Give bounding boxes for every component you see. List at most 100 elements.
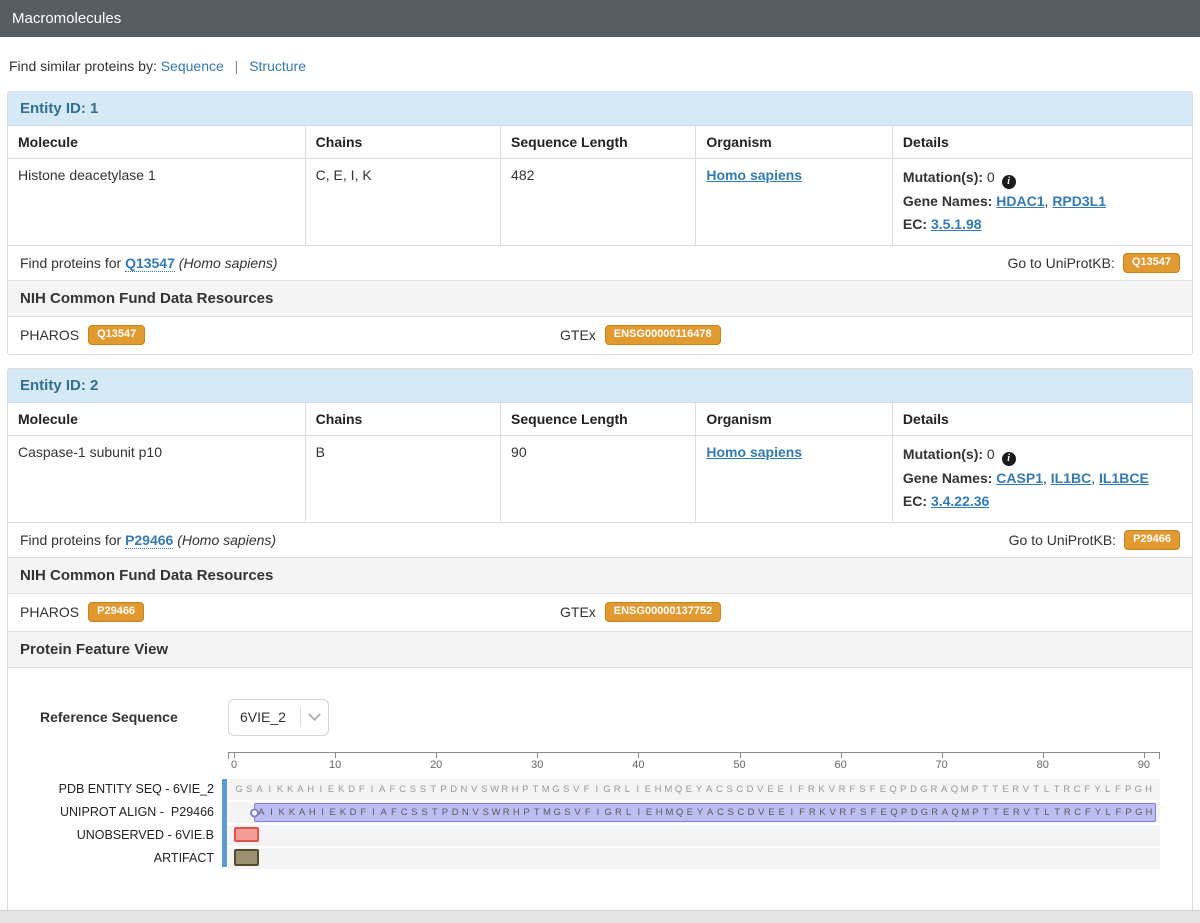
find-proteins-label: Find proteins for: [20, 255, 121, 271]
entity-2-table: Molecule Chains Sequence Length Organism…: [8, 403, 1192, 522]
reference-sequence-select[interactable]: 6VIE_2: [228, 699, 329, 736]
uniprot-alignment-bar[interactable]: AIKKAHIEKDFIAFCSSTPDNVSWRHPTMGSVFIGRLIEH…: [254, 803, 1156, 822]
ruler-tick-label: 20: [430, 759, 442, 771]
entity-1-title: Entity ID: 1: [20, 100, 98, 117]
accession-link[interactable]: P29466: [125, 532, 173, 549]
track-label: UNIPROT ALIGN - P29466: [8, 802, 214, 823]
pharos-label: PHAROS: [20, 604, 79, 620]
col-chains: Chains: [305, 403, 500, 436]
page-footer-strip: [0, 910, 1200, 923]
pharos-badge[interactable]: P29466: [88, 602, 144, 622]
nih-resources-header: NIH Common Fund Data Resources: [8, 557, 1192, 594]
dropdown-divider: [300, 707, 301, 727]
gene-names-label: Gene Names:: [903, 193, 992, 209]
unobserved-box[interactable]: [234, 827, 259, 842]
ruler-edge-tick: [1159, 752, 1160, 759]
ec-label: EC:: [903, 216, 927, 232]
artifact-box[interactable]: [234, 849, 259, 866]
gtex-badge[interactable]: ENSG00000116478: [605, 325, 721, 345]
find-proteins-organism: (Homo sapiens): [179, 255, 278, 271]
ruler-tick-label: 0: [231, 759, 237, 771]
reference-sequence-value: 6VIE_2: [240, 709, 300, 725]
feature-track-row: UNOBSERVED - 6VIE.B: [8, 825, 1192, 846]
table-header-row: Molecule Chains Sequence Length Organism…: [8, 126, 1192, 159]
entity-2-panel: Entity ID: 2 Molecule Chains Sequence Le…: [7, 368, 1193, 922]
info-icon[interactable]: i: [1002, 175, 1016, 189]
col-organism: Organism: [696, 126, 893, 159]
entity-1-panel: Entity ID: 1 Molecule Chains Sequence Le…: [7, 91, 1193, 355]
ruler-tick: [740, 752, 741, 758]
table-header-row: Molecule Chains Sequence Length Organism…: [8, 403, 1192, 436]
uniprotkb-badge[interactable]: P29466: [1124, 530, 1180, 550]
ruler-tick-label: 70: [936, 759, 948, 771]
section-title: Macromolecules: [12, 10, 121, 27]
nih-resources-row: PHAROS P29466 GTEx ENSG00000137752: [8, 594, 1192, 631]
ec-link[interactable]: 3.4.22.36: [931, 493, 989, 509]
ruler-tick: [1144, 752, 1145, 758]
mutations-value: 0: [987, 169, 995, 185]
details-cell: Mutation(s): 0 i Gene Names: HDAC1, RPD3…: [892, 159, 1192, 246]
feature-track-row: UNIPROT ALIGN - P29466 AIKKAHIEKDFIAFCSST…: [8, 802, 1192, 823]
link-divider: |: [235, 58, 239, 74]
feature-track-row: ARTIFACT: [8, 848, 1192, 869]
ruler-tick-label: 10: [329, 759, 341, 771]
protein-feature-view: Reference Sequence 6VIE_2 01020304050607…: [8, 668, 1192, 921]
ruler-tick-label: 60: [834, 759, 846, 771]
sequence-ruler: 0102030405060708090: [228, 752, 1160, 779]
gene-link[interactable]: IL1BC: [1051, 470, 1091, 486]
track-sequence[interactable]: GSAIKKAHIEKDFIAFCSSTPDNVSWRHPTMGSVFIGRLI…: [228, 779, 1160, 800]
track-label: ARTIFACT: [8, 848, 214, 869]
ruler-tick: [942, 752, 943, 758]
gene-names-links: CASP1, IL1BC, IL1BCE: [996, 470, 1149, 486]
ruler-tick: [638, 752, 639, 758]
col-molecule: Molecule: [8, 126, 305, 159]
col-sequence-length: Sequence Length: [501, 403, 696, 436]
track-label: UNOBSERVED - 6VIE.B: [8, 825, 214, 846]
pharos-badge[interactable]: Q13547: [88, 325, 145, 345]
info-icon[interactable]: i: [1002, 452, 1016, 466]
track-aligned-sequence[interactable]: AIKKAHIEKDFIAFCSSTPDNVSWRHPTMGSVFIGRLIEH…: [228, 802, 1160, 823]
ec-link[interactable]: 3.5.1.98: [931, 216, 982, 232]
find-similar-label: Find similar proteins by:: [9, 58, 157, 74]
structure-link[interactable]: Structure: [249, 58, 306, 74]
col-chains: Chains: [305, 126, 500, 159]
col-details: Details: [892, 126, 1192, 159]
organism-link[interactable]: Homo sapiens: [706, 167, 802, 183]
ruler-tick-label: 40: [632, 759, 644, 771]
gtex-badge[interactable]: ENSG00000137752: [605, 602, 721, 622]
find-proteins-organism: (Homo sapiens): [177, 532, 276, 548]
gene-link[interactable]: RPD3L1: [1052, 193, 1106, 209]
gene-link[interactable]: IL1BCE: [1099, 470, 1149, 486]
pharos-label: PHAROS: [20, 327, 79, 343]
gene-names-label: Gene Names:: [903, 470, 992, 486]
organism-link[interactable]: Homo sapiens: [706, 444, 802, 460]
viewer-left-scrollbar[interactable]: [222, 779, 227, 867]
gene-link[interactable]: HDAC1: [996, 193, 1044, 209]
ruler-tick: [234, 752, 235, 758]
ec-label: EC:: [903, 493, 927, 509]
entity-2-heading: Entity ID: 2: [8, 369, 1192, 403]
ruler-tick-label: 80: [1037, 759, 1049, 771]
organism-cell: Homo sapiens: [696, 436, 893, 523]
macromolecules-section-bar: Macromolecules: [0, 0, 1200, 37]
chevron-down-icon: [308, 708, 321, 721]
molecule-cell: Histone deacetylase 1: [8, 159, 305, 246]
ruler-tick-label: 30: [531, 759, 543, 771]
col-sequence-length: Sequence Length: [501, 126, 696, 159]
gene-names-links: HDAC1, RPD3L1: [996, 193, 1106, 209]
track-box[interactable]: [228, 825, 1160, 846]
uniprot-sequence: AIKKAHIEKDFIAFCSSTPDNVSWRHPTMGSVFIGRLIEH…: [256, 804, 1154, 821]
table-row: Histone deacetylase 1 C, E, I, K 482 Hom…: [8, 159, 1192, 246]
col-organism: Organism: [696, 403, 893, 436]
find-proteins-label: Find proteins for: [20, 532, 121, 548]
accession-link[interactable]: Q13547: [125, 255, 175, 272]
sequence-link[interactable]: Sequence: [161, 58, 224, 74]
track-box[interactable]: [228, 848, 1160, 869]
entity-2-title: Entity ID: 2: [20, 377, 98, 394]
mutations-value: 0: [987, 446, 995, 462]
gene-link[interactable]: CASP1: [996, 470, 1043, 486]
sequence-length-cell: 90: [501, 436, 696, 523]
mutations-label: Mutation(s):: [903, 169, 983, 185]
uniprotkb-badge[interactable]: Q13547: [1123, 253, 1180, 273]
find-proteins-row: Find proteins for Q13547 (Homo sapiens) …: [8, 245, 1192, 280]
